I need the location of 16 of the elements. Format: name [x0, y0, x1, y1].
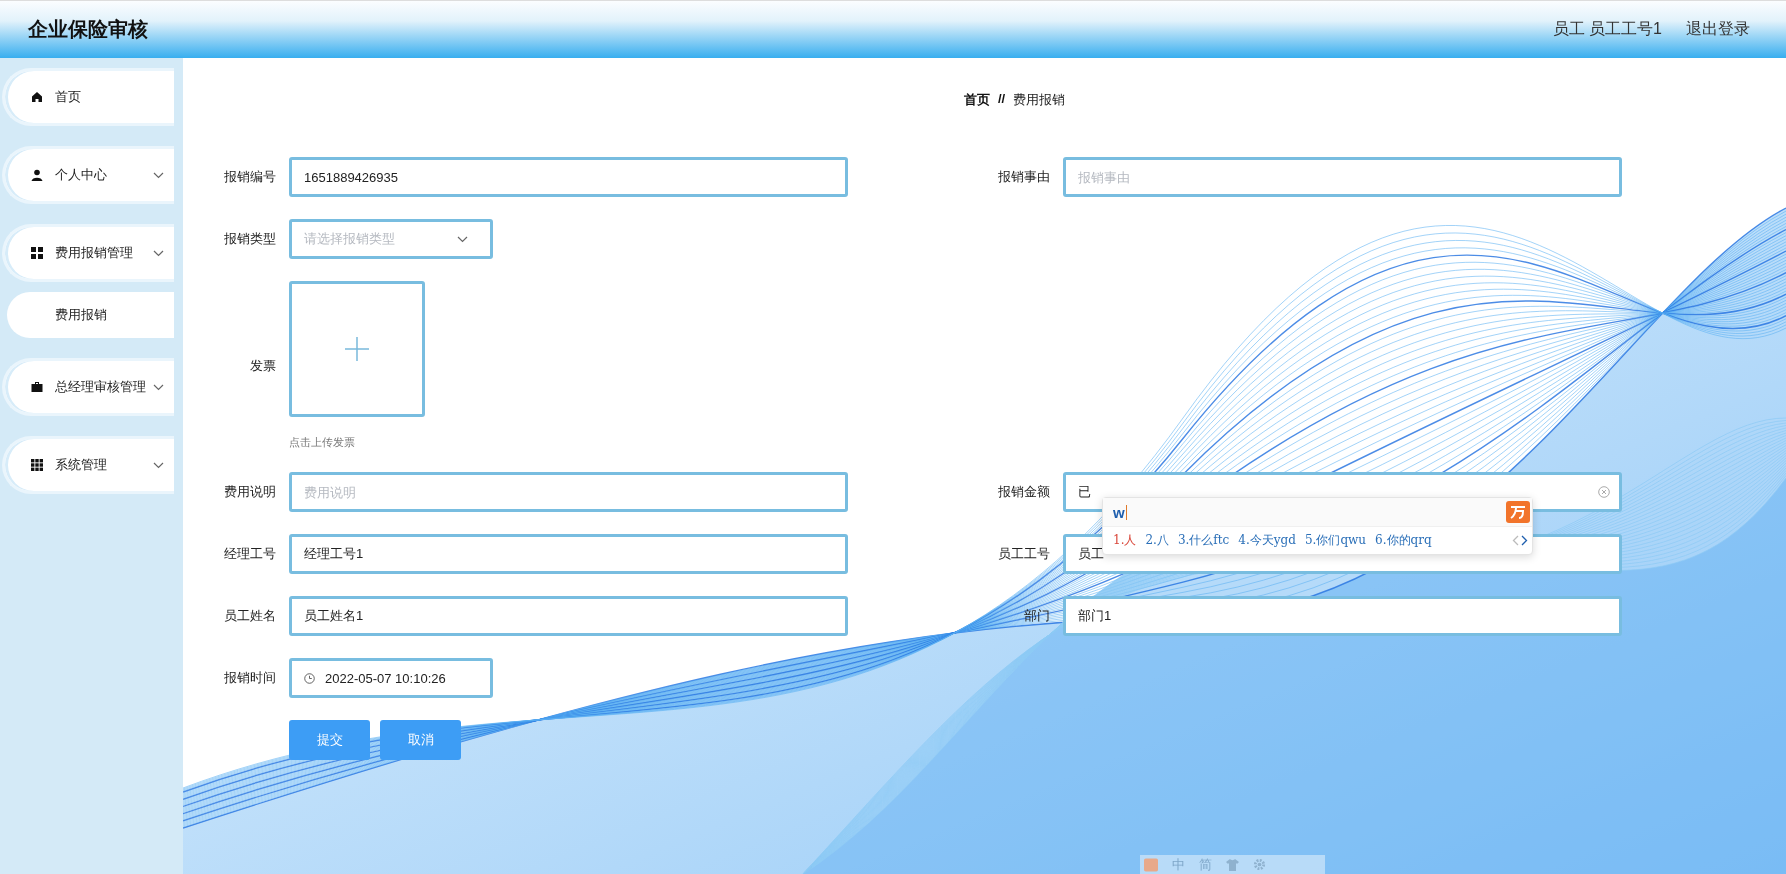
field-label: 部门	[1023, 607, 1050, 625]
upload-hint: 点击上传发票	[289, 435, 356, 450]
field-label: 经理工号	[223, 545, 276, 563]
app-title: 企业保险审核	[28, 17, 148, 42]
field-label: 发票	[249, 356, 276, 375]
breadcrumb-current: 费用报销	[1013, 91, 1066, 109]
breadcrumb-separator: //	[997, 91, 1006, 108]
field-label: 报销时间	[223, 669, 276, 687]
field-label: 报销金额	[997, 483, 1050, 501]
field-label: 报销类型	[223, 230, 276, 248]
field-label: 员工工号	[997, 545, 1050, 563]
field-label: 报销事由	[997, 168, 1050, 186]
field-label: 费用说明	[223, 483, 276, 501]
field-label: 员工姓名	[223, 607, 276, 625]
field-label: 报销编号	[223, 168, 276, 186]
user-name: 员工 员工工号1	[1552, 19, 1662, 39]
